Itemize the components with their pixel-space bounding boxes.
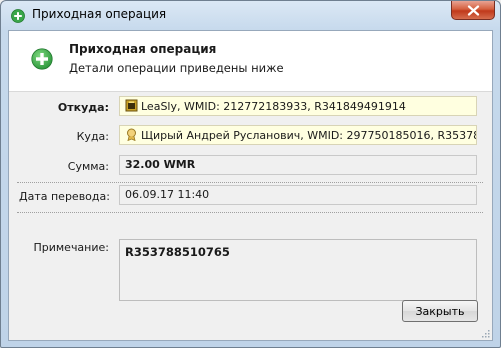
amount-field: 32.00 WMR <box>119 155 477 175</box>
to-field[interactable]: Щирый Андрей Русланович, WMID: 297750185… <box>119 125 477 145</box>
dialog-header: Приходная операция Детали операции приве… <box>9 31 492 92</box>
separator <box>17 182 483 183</box>
from-label: Откуда: <box>57 101 109 114</box>
plus-circle-icon <box>31 48 53 70</box>
header-subtitle: Детали операции приведены ниже <box>69 61 284 75</box>
note-field[interactable]: R353788510765 <box>119 239 477 301</box>
resize-grip-icon[interactable] <box>480 328 490 338</box>
separator <box>17 212 483 213</box>
plus-circle-icon <box>11 9 25 23</box>
user-certificate-icon <box>127 128 136 141</box>
window-close-button[interactable] <box>451 1 495 20</box>
to-value: Щирый Андрей Русланович, WMID: 297750185… <box>141 129 477 142</box>
window-title: Приходная операция <box>32 7 167 21</box>
wallet-icon <box>125 99 138 112</box>
to-label: Куда: <box>76 130 109 143</box>
dialog-client-area: Приходная операция Детали операции приве… <box>8 30 493 341</box>
date-label: Дата перевода: <box>19 190 110 203</box>
date-field: 06.09.17 11:40 <box>119 185 477 205</box>
note-label: Примечание: <box>33 241 109 254</box>
from-value: LeaSly, WMID: 212772183933, R34184949191… <box>141 100 406 113</box>
close-dialog-button[interactable]: Закрыть <box>402 300 478 322</box>
from-field[interactable]: LeaSly, WMID: 212772183933, R34184949191… <box>119 96 477 116</box>
dialog-window: Приходная операция Приходная операция Де… <box>0 0 501 348</box>
title-bar[interactable]: Приходная операция <box>1 1 500 30</box>
amount-label: Сумма: <box>67 160 109 173</box>
header-title: Приходная операция <box>69 42 217 56</box>
close-icon <box>467 5 480 16</box>
